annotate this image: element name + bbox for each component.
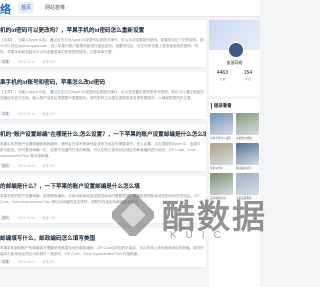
gallery-caption[interactable]: 手机设置教程 bbox=[236, 196, 259, 200]
stat-articles-count: 4463 bbox=[216, 70, 228, 76]
publish-date: 2024-05-08 bbox=[17, 164, 36, 168]
category-tag[interactable]: 苹果 bbox=[0, 111, 11, 116]
article-meta: 数码 2024-05-08 阅读 342 bbox=[0, 163, 61, 168]
stat-comments-count: 154 bbox=[243, 70, 253, 76]
article-excerpt: 苹果手机的账户设置邮编即邮政编码，通常会在填写账单地址或收货地址时需要填写。进入… bbox=[0, 142, 201, 158]
category-tag[interactable]: 苹果 bbox=[0, 59, 11, 64]
article-meta: 苹果 2024-05-10 阅读 187 bbox=[0, 111, 61, 116]
article-card[interactable]: 邮编填写什么，邮政编码怎么填写美国 苹果手机美国账户的邮编填写需要使用美国当地的… bbox=[0, 228, 206, 268]
article-title[interactable]: 果手机的id账号和密码，苹果怎么改id密码 bbox=[0, 78, 206, 86]
article-excerpt: 苹果手机的账户设置邮编，就是邮政编码，在填写账单信息或配送地址时需要提供。邮编能… bbox=[0, 194, 200, 204]
gallery-thumb[interactable] bbox=[236, 143, 259, 165]
avatar[interactable] bbox=[228, 42, 244, 58]
profile-card: 彼菠网络 4463 文章 154 评论 bbox=[209, 20, 260, 96]
publish-date: 2024-05-10 bbox=[17, 112, 36, 116]
gallery-thumb[interactable] bbox=[210, 143, 233, 165]
stat-articles: 4463 文章 bbox=[217, 70, 228, 81]
main-nav: 首页 网站首推 bbox=[18, 2, 68, 13]
article-card[interactable]: 的邮编是什么？，一下苹果的账户设置邮编是什么怎么填 苹果手机的账户设置邮编，就是… bbox=[0, 176, 206, 224]
publish-date: 2024-05-12 bbox=[17, 60, 36, 64]
publish-date: 2024-05-03 bbox=[17, 260, 36, 264]
article-card[interactable]: 果手机的id账号和密码，苹果怎么改id密码 【文章】，当输入Apple ID后，… bbox=[0, 72, 206, 120]
article-title[interactable]: 的邮编是什么？，一下苹果的账户设置邮编是什么怎么填 bbox=[0, 182, 206, 190]
gallery-caption[interactable]: 美国邮编查询 bbox=[210, 196, 233, 200]
nav-item-home[interactable]: 首页 bbox=[18, 2, 35, 13]
top-navigation-bar: 络 首页 网站首推 bbox=[0, 0, 260, 17]
article-excerpt: 【文章】，当输入Apple ID后，通过点击忘记Apple ID或密码后按提示操… bbox=[0, 90, 204, 100]
view-count: 阅读 96 bbox=[42, 260, 54, 264]
gallery-caption[interactable]: 苹果id密码 bbox=[210, 166, 233, 170]
gallery-caption[interactable]: 苹果手机怎么设置 bbox=[210, 136, 233, 140]
article-meta: 苹果 2024-05-03 阅读 96 bbox=[0, 259, 60, 264]
profile-stats: 4463 文章 154 评论 bbox=[209, 70, 260, 81]
view-count: 阅读 342 bbox=[42, 164, 56, 168]
gallery-caption[interactable]: 邮政编码填写 bbox=[236, 166, 259, 170]
article-card[interactable]: 机的“账户设置邮编”在哪是什么,怎么设置？，一下苹果的账户设置邮编是什么怎么填 … bbox=[0, 124, 206, 172]
article-excerpt: 【文章】，当输入Apple ID后，通过点击忘记Apple ID或密码后按提示操… bbox=[0, 38, 204, 54]
gallery-thumb[interactable] bbox=[236, 173, 259, 195]
category-tag[interactable]: 数码 bbox=[0, 215, 11, 220]
view-count: 阅读 187 bbox=[42, 112, 56, 116]
category-tag[interactable]: 苹果 bbox=[0, 259, 11, 264]
publish-date: 2024-05-06 bbox=[17, 216, 36, 220]
widget-title: 随录看看 bbox=[211, 103, 232, 109]
gallery-thumb[interactable] bbox=[236, 113, 259, 135]
profile-name[interactable]: 彼菠网络 bbox=[209, 60, 260, 66]
nav-item-featured[interactable]: 网站首推 bbox=[42, 2, 68, 13]
article-title[interactable]: 邮编填写什么，邮政编码怎么填写美国 bbox=[0, 234, 206, 242]
stat-comments-label: 评论 bbox=[244, 77, 251, 81]
stat-comments: 154 评论 bbox=[244, 70, 252, 81]
gallery-caption[interactable]: 苹果账户邮编 bbox=[236, 136, 259, 140]
gallery-thumb[interactable] bbox=[210, 113, 233, 135]
article-title[interactable]: 机的id密码可以更改吗？，苹果手机的id密码怎么重新设置 bbox=[0, 26, 206, 34]
article-meta: 苹果 2024-05-12 阅读 213 bbox=[0, 59, 61, 64]
view-count: 阅读 213 bbox=[42, 60, 56, 64]
category-tag[interactable]: 数码 bbox=[0, 163, 11, 168]
article-card[interactable]: 机的id密码可以更改吗？，苹果手机的id密码怎么重新设置 【文章】，当输入App… bbox=[0, 20, 206, 68]
stat-articles-label: 文章 bbox=[219, 77, 226, 81]
random-posts-widget: 随录看看 苹果手机怎么设置 苹果账户邮编 苹果id密码 邮政编码填写 美国邮编查… bbox=[209, 99, 260, 287]
gallery-thumb[interactable] bbox=[210, 173, 233, 195]
view-count: 阅读 158 bbox=[42, 216, 56, 220]
site-logo[interactable]: 络 bbox=[0, 1, 11, 17]
article-meta: 数码 2024-05-06 阅读 158 bbox=[0, 215, 61, 220]
article-title[interactable]: 机的“账户设置邮编”在哪是什么,怎么设置？，一下苹果的账户设置邮编是什么怎么填 bbox=[0, 130, 206, 138]
